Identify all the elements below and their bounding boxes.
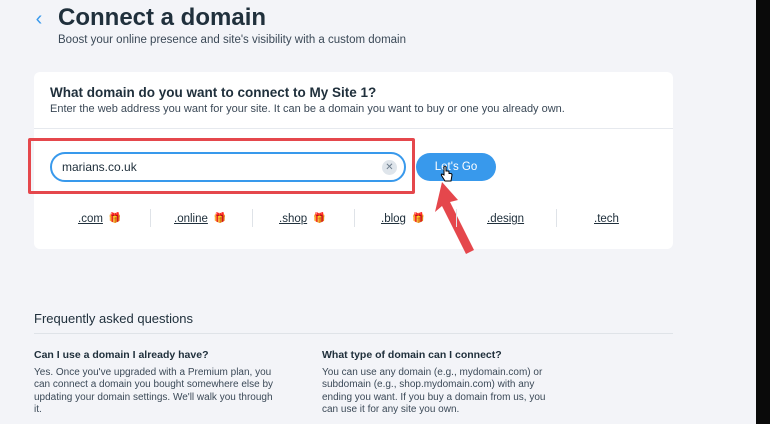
lets-go-button[interactable]: Let's Go xyxy=(416,153,496,181)
divider xyxy=(252,209,253,227)
tld-online[interactable]: .online 🎁 xyxy=(174,205,227,233)
tld-tech[interactable]: .tech xyxy=(594,205,619,233)
back-chevron-left-icon[interactable]: ‹ xyxy=(30,9,48,29)
tld-design[interactable]: .design xyxy=(487,205,524,233)
page-subtitle: Boost your online presence and site's vi… xyxy=(58,34,407,46)
gift-icon: 🎁 xyxy=(313,213,326,224)
tld-shop[interactable]: .shop 🎁 xyxy=(279,205,326,233)
gift-icon: 🎁 xyxy=(213,213,227,224)
divider xyxy=(456,209,457,227)
page-header: ‹ Connect a domain Boost your online pre… xyxy=(0,0,756,60)
faq-question: Can I use a domain I already have? xyxy=(34,349,209,361)
divider xyxy=(354,209,355,227)
faq-answer: Yes. Once you've upgraded with a Premium… xyxy=(34,367,274,416)
tld-com[interactable]: .com 🎁 xyxy=(78,205,122,233)
window-edge xyxy=(756,0,770,424)
faq-item: Can I use a domain I already have? Yes. … xyxy=(34,349,276,417)
faq-question: What type of domain can I connect? xyxy=(322,349,502,361)
faq-title: Frequently asked questions xyxy=(34,311,193,326)
faq-item: What type of domain can I connect? You c… xyxy=(322,349,564,417)
divider xyxy=(150,209,151,227)
tld-suggestions: .com 🎁 .online 🎁 .shop 🎁 .blog 🎁 .design… xyxy=(34,205,673,235)
clear-close-icon[interactable]: ✕ xyxy=(382,160,397,175)
domain-search-input[interactable] xyxy=(50,152,406,182)
page-title: Connect a domain xyxy=(58,4,267,31)
divider xyxy=(34,333,673,334)
card-description: Enter the web address you want for your … xyxy=(50,103,565,115)
gift-icon: 🎁 xyxy=(108,213,122,224)
gift-icon: 🎁 xyxy=(411,213,425,224)
card-title: What domain do you want to connect to My… xyxy=(50,85,377,100)
card-header: What domain do you want to connect to My… xyxy=(34,72,673,129)
faq-answer: You can use any domain (e.g., mydomain.c… xyxy=(322,367,546,416)
tld-blog[interactable]: .blog 🎁 xyxy=(381,205,425,233)
divider xyxy=(556,209,557,227)
